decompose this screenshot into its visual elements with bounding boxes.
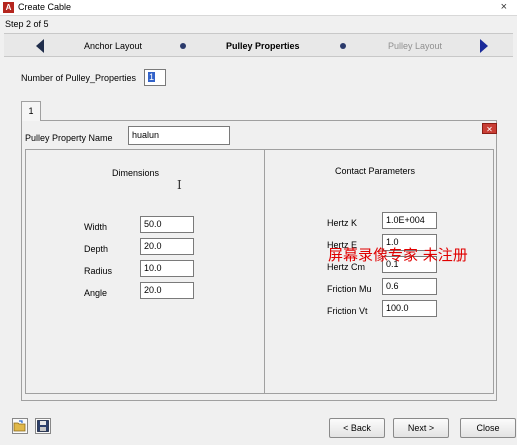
step-indicator: Step 2 of 5	[5, 19, 49, 29]
nav-step-pulley-properties: Pulley Properties	[226, 41, 300, 51]
depth-input[interactable]: 20.0	[140, 238, 194, 255]
watermark-text: 屏幕录像专家 未注册	[328, 246, 468, 264]
step-bar: Step 2 of 5	[0, 16, 517, 33]
title-bar: A Create Cable ×	[0, 0, 517, 16]
nav-step-pulley-layout[interactable]: Pulley Layout	[388, 41, 442, 51]
window-close-button[interactable]: ×	[501, 1, 507, 13]
tab-1[interactable]: 1	[21, 101, 41, 121]
wizard-nav: Anchor Layout Pulley Properties Pulley L…	[4, 33, 513, 57]
nav-dot-icon	[180, 43, 186, 49]
window-title: Create Cable	[18, 2, 72, 12]
nav-step-anchor-layout[interactable]: Anchor Layout	[84, 41, 142, 51]
nav-dot-icon	[340, 43, 346, 49]
angle-input[interactable]: 20.0	[140, 282, 194, 299]
panel-close-icon[interactable]: ✕	[482, 123, 497, 134]
contact-parameters-title: Contact Parameters	[335, 166, 416, 176]
pulley-count-label: Number of Pulley_Properties	[21, 73, 137, 83]
hertz-k-label: Hertz K	[327, 218, 358, 228]
save-icon[interactable]	[35, 418, 51, 434]
back-button[interactable]: < Back	[329, 418, 385, 438]
depth-label: Depth	[84, 244, 109, 254]
width-input[interactable]: 50.0	[140, 216, 194, 233]
friction-mu-input[interactable]: 0.6	[382, 278, 437, 295]
app-icon: A	[3, 2, 14, 13]
friction-vt-input[interactable]: 100.0	[382, 300, 437, 317]
dimensions-title: Dimensions	[112, 168, 160, 178]
angle-label: Angle	[84, 288, 108, 298]
prev-step-arrow-icon[interactable]	[36, 39, 44, 53]
property-name-label: Pulley Property Name	[25, 133, 113, 143]
text-cursor-icon: I	[177, 178, 182, 192]
radius-label: Radius	[84, 266, 113, 276]
close-button[interactable]: Close	[460, 418, 516, 438]
next-step-arrow-icon[interactable]	[480, 39, 488, 53]
radius-input[interactable]: 10.0	[140, 260, 194, 277]
hertz-k-input[interactable]: 1.0E+004	[382, 212, 437, 229]
pulley-count-input[interactable]: 1	[144, 69, 166, 86]
contact-parameters-group	[264, 149, 494, 394]
friction-mu-label: Friction Mu	[327, 284, 372, 294]
next-button[interactable]: Next >	[393, 418, 449, 438]
open-folder-icon[interactable]	[12, 418, 28, 434]
width-label: Width	[84, 222, 108, 232]
property-name-input[interactable]: hualun	[128, 126, 230, 145]
friction-vt-label: Friction Vt	[327, 306, 368, 316]
pulley-count-value: 1	[148, 72, 156, 82]
